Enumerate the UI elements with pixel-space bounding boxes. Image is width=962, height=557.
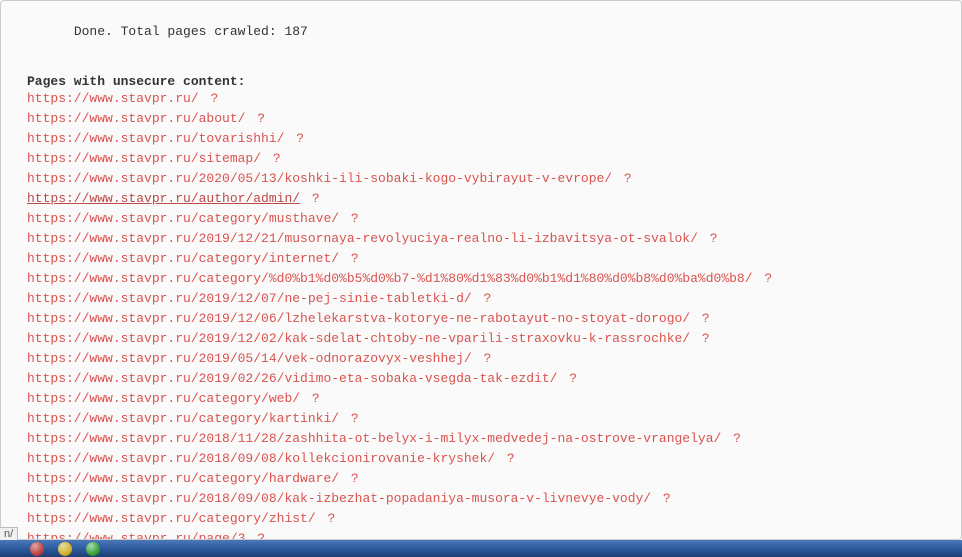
unsecure-page-link[interactable]: https://www.stavpr.ru/2019/12/07/ne-pej-… (27, 291, 472, 306)
details-toggle[interactable]: ? (343, 251, 359, 266)
details-toggle[interactable]: ? (725, 431, 741, 446)
link-row: https://www.stavpr.ru/2018/09/08/kak-izb… (27, 489, 949, 509)
unsecure-page-link[interactable]: https://www.stavpr.ru/2018/11/28/zashhit… (27, 431, 721, 446)
link-row: https://www.stavpr.ru/author/admin/ ? (27, 189, 949, 209)
details-toggle[interactable]: ? (265, 151, 281, 166)
link-row: https://www.stavpr.ru/2019/12/02/kak-sde… (27, 329, 949, 349)
unsecure-page-link[interactable]: https://www.stavpr.ru/2018/09/08/kak-izb… (27, 491, 651, 506)
details-toggle[interactable]: ? (288, 131, 304, 146)
details-toggle[interactable]: ? (499, 451, 515, 466)
unsecure-page-link[interactable]: https://www.stavpr.ru/about/ (27, 111, 245, 126)
unsecure-page-link[interactable]: https://www.stavpr.ru/category/musthave/ (27, 211, 339, 226)
unsecure-page-link[interactable]: https://www.stavpr.ru/category/%d0%b1%d0… (27, 271, 753, 286)
unsecure-page-link[interactable]: https://www.stavpr.ru/category/web/ (27, 391, 300, 406)
crawl-status: Done. Total pages crawled: 187 (27, 9, 949, 54)
unsecure-page-link[interactable]: https://www.stavpr.ru/ (27, 91, 199, 106)
taskbar (0, 540, 962, 557)
details-toggle[interactable]: ? (562, 371, 578, 386)
link-row: https://www.stavpr.ru/2019/12/07/ne-pej-… (27, 289, 949, 309)
taskbar-app-icon[interactable] (86, 542, 100, 556)
unsecure-page-link[interactable]: https://www.stavpr.ru/category/internet/ (27, 251, 339, 266)
details-toggle[interactable]: ? (304, 391, 320, 406)
link-row: https://www.stavpr.ru/2019/05/14/vek-odn… (27, 349, 949, 369)
link-row: https://www.stavpr.ru/ ? (27, 89, 949, 109)
section-header: Pages with unsecure content: (27, 74, 949, 89)
link-row: https://www.stavpr.ru/category/hardware/… (27, 469, 949, 489)
unsecure-page-link[interactable]: https://www.stavpr.ru/category/hardware/ (27, 471, 339, 486)
link-row: https://www.stavpr.ru/sitemap/ ? (27, 149, 949, 169)
details-toggle[interactable]: ? (203, 91, 219, 106)
details-toggle[interactable]: ? (655, 491, 671, 506)
details-toggle[interactable]: ? (694, 331, 710, 346)
link-row: https://www.stavpr.ru/category/web/ ? (27, 389, 949, 409)
details-toggle[interactable]: ? (304, 191, 320, 206)
link-row: https://www.stavpr.ru/2019/12/06/lzhelek… (27, 309, 949, 329)
unsecure-page-link[interactable]: https://www.stavpr.ru/category/zhist/ (27, 511, 316, 526)
link-row: https://www.stavpr.ru/category/musthave/… (27, 209, 949, 229)
unsecure-page-link[interactable]: https://www.stavpr.ru/2019/12/06/lzhelek… (27, 311, 690, 326)
details-toggle[interactable]: ? (702, 231, 718, 246)
unsecure-page-link[interactable]: https://www.stavpr.ru/author/admin/ (27, 191, 300, 206)
link-row: https://www.stavpr.ru/tovarishhi/ ? (27, 129, 949, 149)
link-row: https://www.stavpr.ru/category/kartinki/… (27, 409, 949, 429)
details-toggle[interactable]: ? (757, 271, 773, 286)
link-row: https://www.stavpr.ru/2019/12/21/musorna… (27, 229, 949, 249)
link-row: https://www.stavpr.ru/category/%d0%b1%d0… (27, 269, 949, 289)
link-row: https://www.stavpr.ru/about/ ? (27, 109, 949, 129)
link-row: https://www.stavpr.ru/2018/09/08/kollekc… (27, 449, 949, 469)
link-row: https://www.stavpr.ru/2019/02/26/vidimo-… (27, 369, 949, 389)
unsecure-page-link[interactable]: https://www.stavpr.ru/2019/12/02/kak-sde… (27, 331, 690, 346)
details-toggle[interactable]: ? (694, 311, 710, 326)
unsecure-page-link[interactable]: https://www.stavpr.ru/2019/05/14/vek-odn… (27, 351, 472, 366)
unsecure-page-link[interactable]: https://www.stavpr.ru/tovarishhi/ (27, 131, 284, 146)
unsecure-page-link[interactable]: https://www.stavpr.ru/category/kartinki/ (27, 411, 339, 426)
unsecure-page-link[interactable]: https://www.stavpr.ru/2019/12/21/musorna… (27, 231, 698, 246)
link-row: https://www.stavpr.ru/category/zhist/ ? (27, 509, 949, 529)
link-row: https://www.stavpr.ru/2018/11/28/zashhit… (27, 429, 949, 449)
link-row: https://www.stavpr.ru/category/internet/… (27, 249, 949, 269)
details-toggle[interactable]: ? (343, 471, 359, 486)
link-row: https://www.stavpr.ru/page/3 ? (27, 529, 949, 540)
status-bar-hover: n/ (0, 527, 18, 540)
details-toggle[interactable]: ? (249, 111, 265, 126)
link-list: https://www.stavpr.ru/ ?https://www.stav… (27, 89, 949, 540)
unsecure-page-link[interactable]: https://www.stavpr.ru/2020/05/13/koshki-… (27, 171, 612, 186)
crawl-status-text: Done. Total pages crawled: (74, 24, 285, 39)
taskbar-app-icon[interactable] (58, 542, 72, 556)
details-toggle[interactable]: ? (616, 171, 632, 186)
details-toggle[interactable]: ? (320, 511, 336, 526)
results-panel: Done. Total pages crawled: 187 Pages wit… (0, 0, 962, 540)
crawl-count: 187 (284, 24, 307, 39)
unsecure-page-link[interactable]: https://www.stavpr.ru/2018/09/08/kollekc… (27, 451, 495, 466)
link-row: https://www.stavpr.ru/2020/05/13/koshki-… (27, 169, 949, 189)
details-toggle[interactable]: ? (343, 411, 359, 426)
details-toggle[interactable]: ? (343, 211, 359, 226)
unsecure-page-link[interactable]: https://www.stavpr.ru/sitemap/ (27, 151, 261, 166)
details-toggle[interactable]: ? (476, 351, 492, 366)
unsecure-page-link[interactable]: https://www.stavpr.ru/2019/02/26/vidimo-… (27, 371, 558, 386)
taskbar-app-icon[interactable] (30, 542, 44, 556)
unsecure-page-link[interactable]: https://www.stavpr.ru/page/3 (27, 531, 245, 540)
details-toggle[interactable]: ? (476, 291, 492, 306)
details-toggle[interactable]: ? (249, 531, 265, 540)
